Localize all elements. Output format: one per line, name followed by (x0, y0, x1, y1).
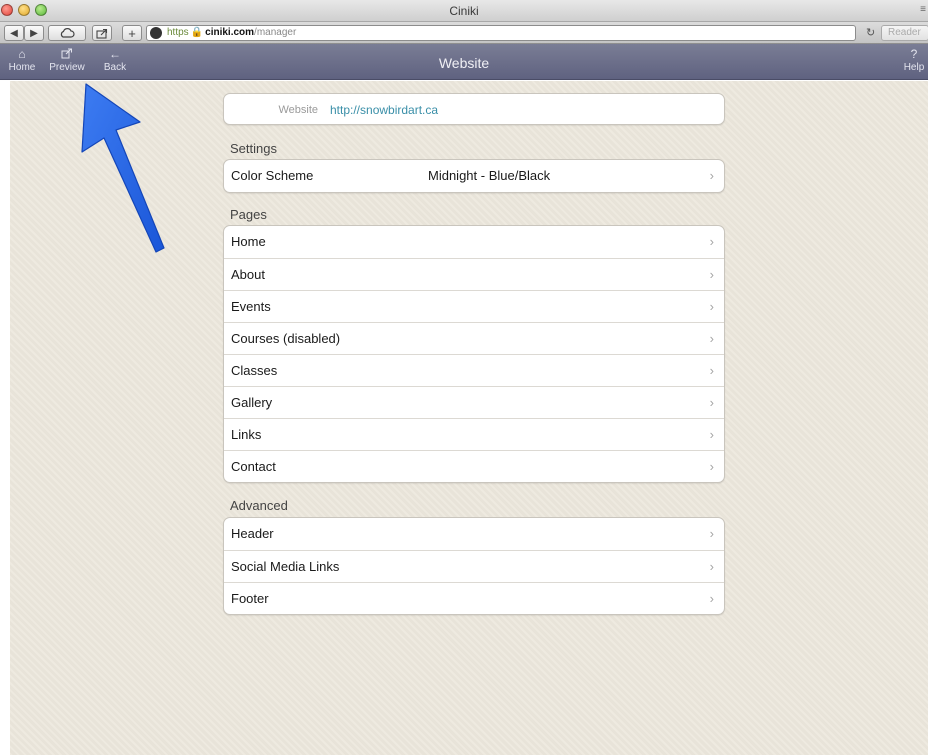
website-label: Website (278, 104, 318, 116)
page-title: Website (438, 55, 490, 71)
url-path: /manager (254, 27, 297, 38)
page-item-events[interactable]: Events › (224, 290, 724, 322)
url-domain: ciniki.com (205, 27, 255, 38)
app-header: ⌂ Home Preview ← Back Website ? Help (0, 44, 928, 80)
settings-section-title: Settings (230, 141, 277, 156)
list-item-label: About (231, 267, 265, 282)
list-item-label: Events (231, 299, 271, 314)
pages-section-title: Pages (230, 207, 267, 222)
annotation-arrow-icon (81, 83, 165, 253)
list-item-label: Header (231, 526, 274, 541)
chevron-right-icon: › (709, 234, 714, 249)
page-item-classes[interactable]: Classes › (224, 354, 724, 386)
list-item-label: Home (231, 234, 266, 249)
chevron-right-icon: › (709, 363, 714, 378)
new-tab-button[interactable]: + (122, 25, 142, 41)
advanced-item-social-media-links[interactable]: Social Media Links › (224, 550, 724, 582)
share-button[interactable] (92, 25, 112, 41)
chevron-right-icon: › (709, 559, 714, 574)
settings-item-value: Midnight - Blue/Black (428, 168, 551, 183)
list-item-label: Courses (disabled) (231, 331, 341, 346)
list-item-label: Links (231, 427, 262, 442)
website-card[interactable]: Website http://snowbirdart.ca (223, 93, 725, 125)
chevron-right-icon: › (709, 267, 714, 282)
advanced-item-header[interactable]: Header › (224, 518, 724, 550)
list-item-label: Social Media Links (231, 559, 340, 574)
page-item-links[interactable]: Links › (224, 418, 724, 450)
resize-icon: ≡ (920, 4, 926, 15)
help-icon: ? (910, 47, 918, 61)
share-icon (96, 28, 108, 39)
chevron-right-icon: › (709, 459, 714, 474)
icloud-tabs-button[interactable] (48, 25, 86, 41)
chevron-right-icon: › (709, 591, 714, 606)
settings-item-label: Color Scheme (231, 168, 314, 183)
help-button[interactable]: ? Help (900, 47, 928, 74)
settings-list: Color Scheme Midnight - Blue/Black › (223, 159, 725, 193)
list-item-label: Footer (231, 591, 269, 606)
chevron-right-icon: › (709, 526, 714, 541)
list-item-label: Contact (231, 459, 276, 474)
back-nav-button[interactable]: ◀ (4, 25, 24, 41)
chevron-right-icon: › (709, 395, 714, 410)
page-item-contact[interactable]: Contact › (224, 450, 724, 482)
website-url-link[interactable]: http://snowbirdart.ca (330, 94, 438, 124)
advanced-item-footer[interactable]: Footer › (224, 582, 724, 614)
window-title: Ciniki (449, 4, 479, 18)
chevron-right-icon: › (709, 299, 714, 314)
chevron-right-icon: › (709, 427, 714, 442)
forward-nav-button[interactable]: ▶ (24, 25, 44, 41)
page-item-gallery[interactable]: Gallery › (224, 386, 724, 418)
page-item-home[interactable]: Home › (224, 226, 724, 258)
settings-item-color-scheme[interactable]: Color Scheme Midnight - Blue/Black › (224, 160, 724, 192)
window-titlebar: Ciniki ≡ (0, 0, 928, 22)
cloud-icon (60, 28, 75, 38)
advanced-section-title: Advanced (230, 498, 288, 513)
list-item-label: Classes (231, 363, 278, 378)
advanced-list: Header › Social Media Links › Footer › (223, 517, 725, 615)
chevron-right-icon: › (709, 168, 714, 183)
url-scheme: https (167, 27, 189, 38)
chevron-right-icon: › (709, 331, 714, 346)
globe-icon (150, 27, 162, 39)
pages-list: Home › About › Events › Courses (disabled) ›… (223, 225, 725, 483)
browser-toolbar: ◀ ▶ + https 🔒 ciniki.com/manager ↻ Reader (0, 22, 928, 44)
page-item-about[interactable]: About › (224, 258, 724, 290)
page-item-courses[interactable]: Courses (disabled) › (224, 322, 724, 354)
address-bar[interactable]: https 🔒 ciniki.com/manager (146, 25, 856, 41)
reload-icon[interactable]: ↻ (866, 26, 875, 39)
reader-button[interactable]: Reader (881, 25, 928, 41)
lock-icon: 🔒 (190, 27, 204, 38)
help-button-label: Help (903, 62, 925, 73)
window-left-edge (0, 81, 10, 755)
list-item-label: Gallery (231, 395, 273, 410)
